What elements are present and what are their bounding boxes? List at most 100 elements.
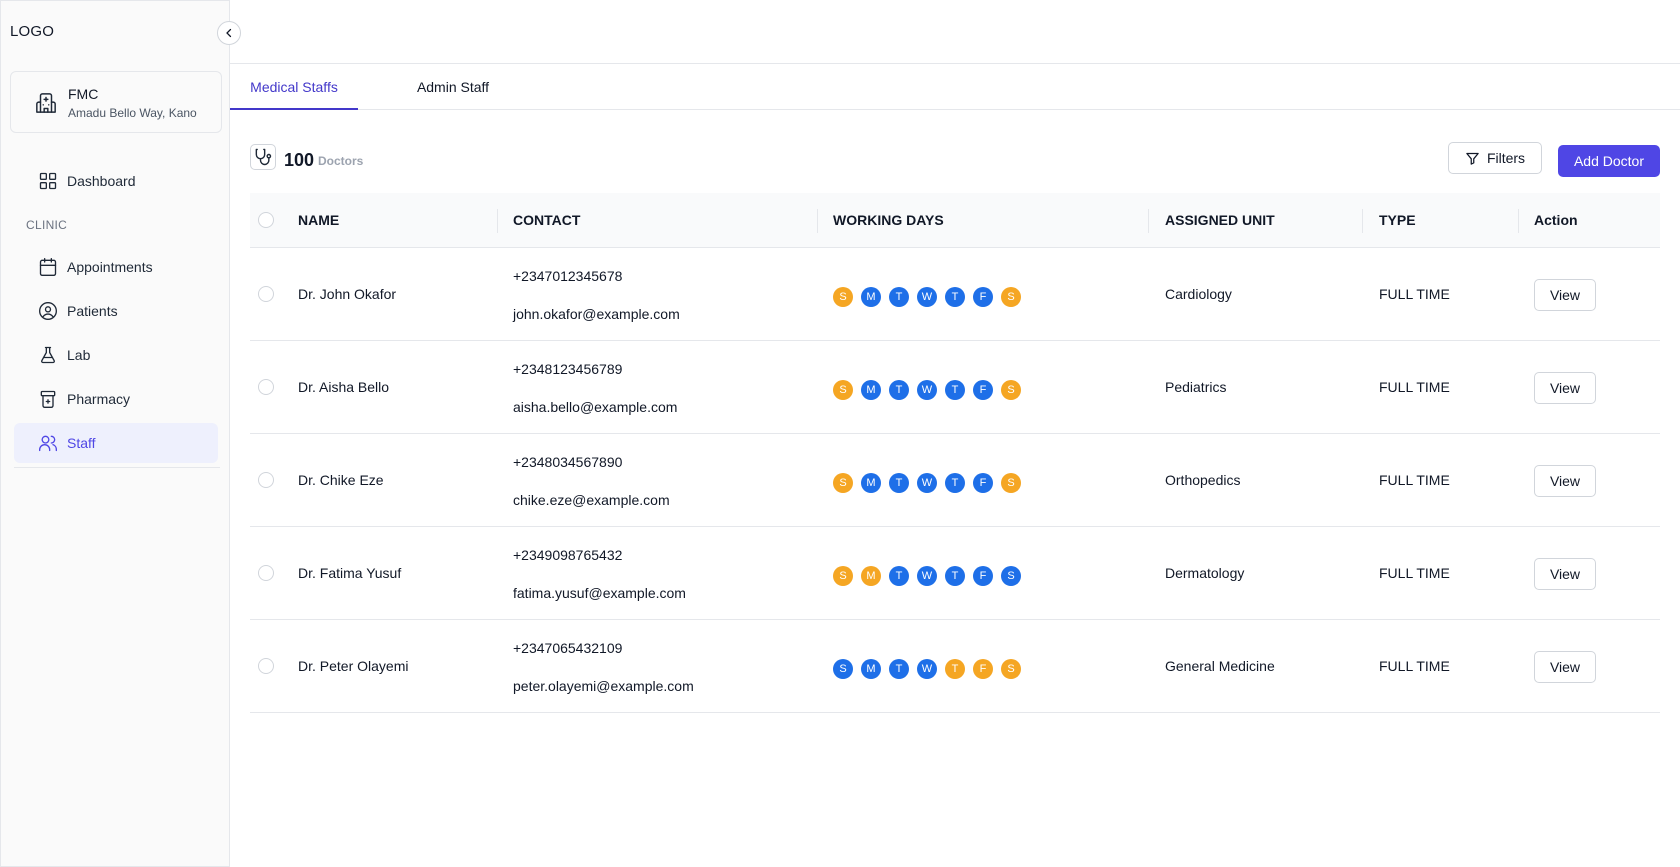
- day-badge: S: [833, 380, 853, 400]
- assigned-unit: Orthopedics: [1165, 472, 1241, 488]
- doctor-email: john.okafor@example.com: [513, 306, 680, 322]
- doctor-name: Dr. Aisha Bello: [298, 379, 390, 395]
- header-name: NAME: [298, 212, 340, 228]
- doctor-count-label: Doctors: [318, 154, 364, 168]
- filters-button[interactable]: Filters: [1448, 142, 1542, 174]
- day-badge: M: [861, 380, 881, 400]
- day-badge: T: [889, 380, 909, 400]
- day-badge: W: [917, 380, 937, 400]
- doctors-table: NAME CONTACT WORKING DAYS ASSIGNED UNIT …: [250, 193, 1660, 713]
- chevron-left-icon: [226, 28, 232, 38]
- row-checkbox[interactable]: [258, 472, 274, 488]
- sidebar-item-label: Pharmacy: [67, 391, 131, 407]
- facility-name: FMC: [68, 86, 99, 102]
- day-badge: F: [973, 380, 993, 400]
- table-row: Dr. Chike Eze +2348034567890 chike.eze@exa…: [250, 434, 1660, 527]
- employment-type: FULL TIME: [1379, 658, 1450, 674]
- row-checkbox[interactable]: [258, 286, 274, 302]
- table-row: Dr. Aisha Bello +2348123456789 aisha.bello…: [250, 341, 1660, 434]
- doctor-phone: +2347012345678: [513, 268, 623, 284]
- filter-icon: [1466, 152, 1479, 165]
- employment-type: FULL TIME: [1379, 286, 1450, 302]
- header-separator: [817, 209, 818, 233]
- day-badge: S: [833, 287, 853, 307]
- day-badge: W: [917, 566, 937, 586]
- day-badge: T: [945, 380, 965, 400]
- view-button[interactable]: View: [1534, 372, 1596, 404]
- user-circle-icon: [39, 302, 57, 320]
- sidebar-item-staff[interactable]: Staff: [14, 423, 218, 463]
- sidebar-item-label: Dashboard: [67, 173, 136, 189]
- row-checkbox[interactable]: [258, 658, 274, 674]
- table-row: Dr. Fatima Yusuf +2349098765432 fatima.yus…: [250, 527, 1660, 620]
- day-badge: M: [861, 473, 881, 493]
- calendar-icon: [39, 258, 57, 276]
- sidebar-divider: [14, 467, 220, 468]
- sidebar-item-dashboard[interactable]: Dashboard: [14, 161, 218, 201]
- row-checkbox[interactable]: [258, 565, 274, 581]
- flask-icon: [41, 346, 55, 364]
- section-label-clinic: CLINIC: [26, 218, 68, 232]
- add-doctor-button[interactable]: Add Doctor: [1558, 145, 1660, 177]
- doctor-email: fatima.yusuf@example.com: [513, 585, 686, 601]
- sidebar-item-appointments[interactable]: Appointments: [14, 247, 218, 287]
- sidebar-item-label: Appointments: [67, 259, 153, 275]
- top-header: [230, 0, 1680, 64]
- view-button[interactable]: View: [1534, 465, 1596, 497]
- tab-medical-staffs[interactable]: Medical Staffs: [230, 64, 358, 110]
- collapse-sidebar-button[interactable]: [217, 21, 241, 45]
- header-action: Action: [1534, 212, 1578, 228]
- doctor-name: Dr. Peter Olayemi: [298, 658, 409, 674]
- day-badge: T: [945, 287, 965, 307]
- doctor-phone: +2349098765432: [513, 547, 623, 563]
- sidebar-item-lab[interactable]: Lab: [14, 335, 218, 375]
- day-badge: S: [1001, 473, 1021, 493]
- tab-admin-staff[interactable]: Admin Staff: [390, 64, 516, 110]
- view-button[interactable]: View: [1534, 279, 1596, 311]
- day-badge: S: [1001, 566, 1021, 586]
- select-all-checkbox[interactable]: [258, 212, 274, 228]
- hospital-icon: [36, 93, 56, 113]
- stethoscope-icon: [250, 144, 276, 170]
- view-button[interactable]: View: [1534, 651, 1596, 683]
- header-separator: [1362, 209, 1363, 233]
- day-badge: F: [973, 566, 993, 586]
- working-days: SMTWTFS: [833, 566, 1021, 586]
- doctor-phone: +2347065432109: [513, 640, 623, 656]
- day-badge: M: [861, 659, 881, 679]
- day-badge: M: [861, 566, 881, 586]
- table-header: NAME CONTACT WORKING DAYS ASSIGNED UNIT …: [250, 193, 1660, 248]
- header-separator: [1518, 209, 1519, 233]
- working-days: SMTWTFS: [833, 659, 1021, 679]
- day-badge: S: [1001, 659, 1021, 679]
- day-badge: T: [889, 566, 909, 586]
- facility-card[interactable]: FMC Amadu Bello Way, Kano: [10, 71, 222, 133]
- staff-tabs: Medical Staffs Admin Staff: [230, 64, 1680, 110]
- day-badge: T: [889, 287, 909, 307]
- doctor-name: Dr. Chike Eze: [298, 472, 384, 488]
- sidebar-item-label: Staff: [67, 435, 96, 451]
- doctor-phone: +2348034567890: [513, 454, 623, 470]
- day-badge: T: [945, 566, 965, 586]
- day-badge: S: [1001, 287, 1021, 307]
- day-badge: S: [833, 473, 853, 493]
- app-logo: LOGO: [10, 23, 55, 40]
- working-days: SMTWTFS: [833, 380, 1021, 400]
- header-separator: [497, 209, 498, 233]
- row-checkbox[interactable]: [258, 379, 274, 395]
- day-badge: F: [973, 473, 993, 493]
- header-separator: [1148, 209, 1149, 233]
- employment-type: FULL TIME: [1379, 565, 1450, 581]
- sidebar-item-patients[interactable]: Patients: [14, 291, 218, 331]
- facility-address: Amadu Bello Way, Kano: [68, 106, 197, 120]
- day-badge: W: [917, 287, 937, 307]
- doctor-name: Dr. John Okafor: [298, 286, 397, 302]
- table-row: Dr. Peter Olayemi +2347065432109 peter.ola…: [250, 620, 1660, 713]
- day-badge: W: [917, 473, 937, 493]
- day-badge: T: [945, 473, 965, 493]
- sidebar-item-pharmacy[interactable]: Pharmacy: [14, 379, 218, 419]
- header-contact: CONTACT: [513, 212, 581, 228]
- doctor-email: aisha.bello@example.com: [513, 399, 678, 415]
- view-button[interactable]: View: [1534, 558, 1596, 590]
- doctor-phone: +2348123456789: [513, 361, 623, 377]
